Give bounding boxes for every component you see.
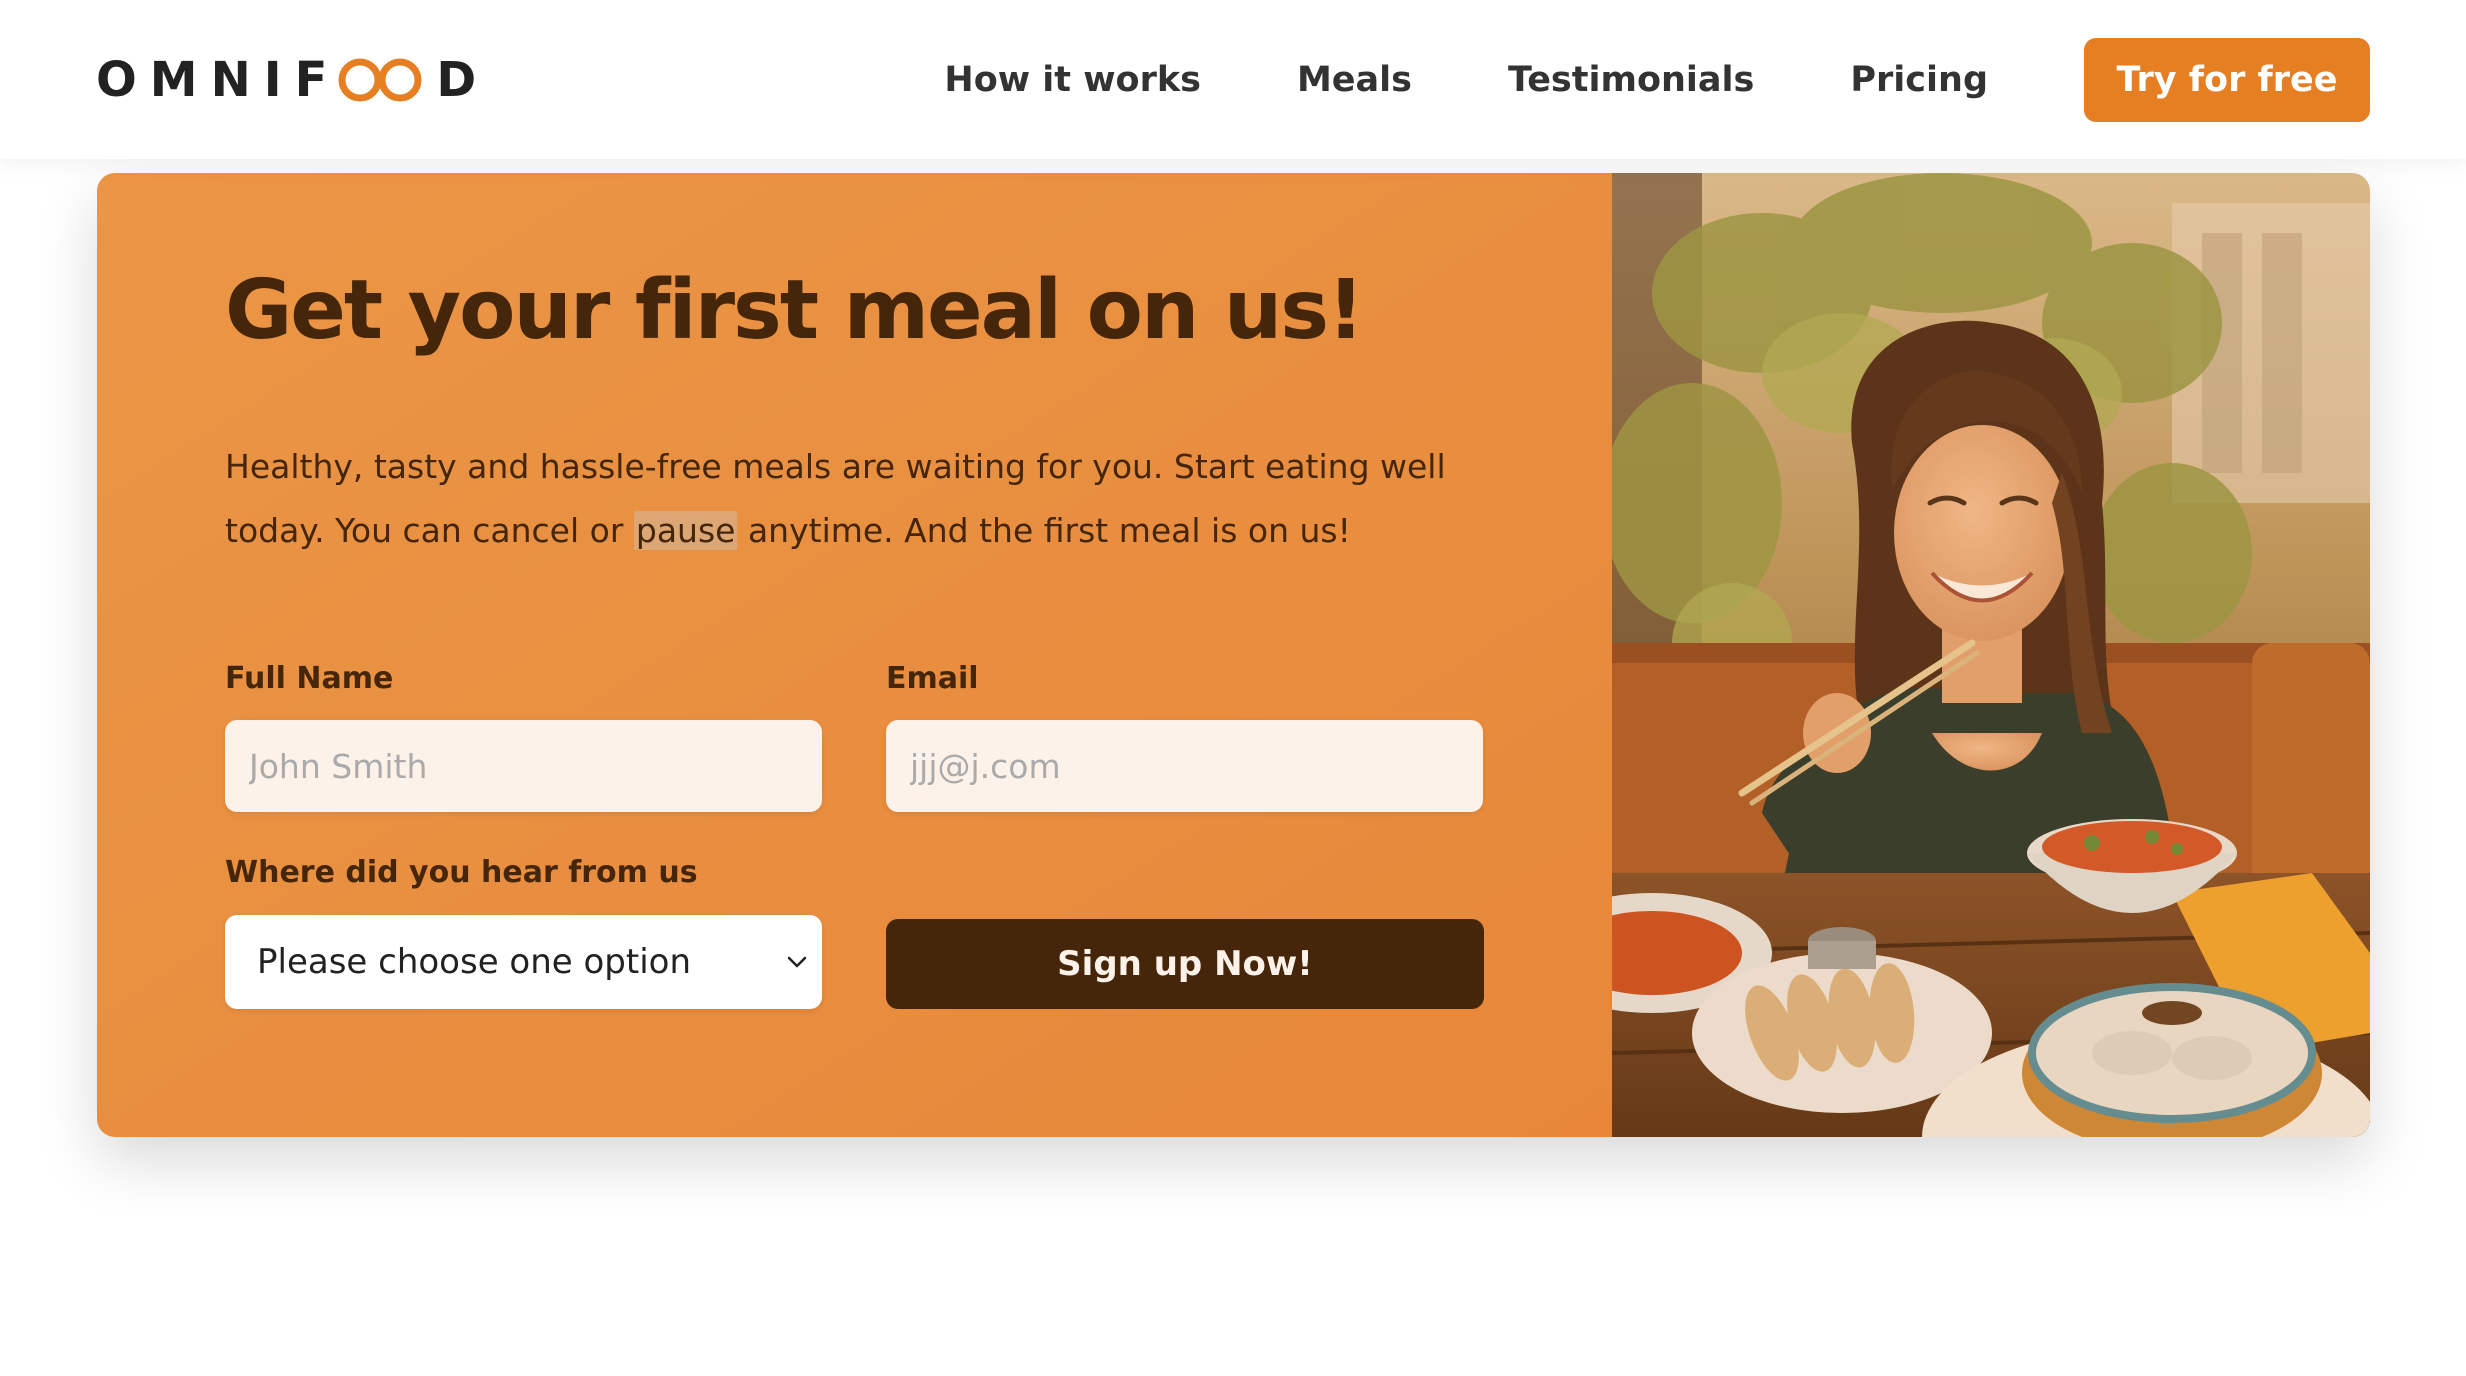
full-name-input[interactable] — [225, 720, 822, 812]
nav-link-pricing[interactable]: Pricing — [1850, 60, 1988, 100]
nav-link-testimonials[interactable]: Testimonials — [1508, 60, 1754, 100]
email-input[interactable] — [886, 720, 1483, 812]
logo-text-prefix: OMNIF — [96, 52, 341, 108]
chevron-down-icon — [787, 956, 807, 968]
cta-title: Get your first meal on us! — [225, 263, 1364, 358]
source-label: Where did you hear from us — [225, 855, 698, 890]
main-nav: How it works Meals Testimonials Pricing … — [944, 38, 2370, 122]
omnifood-logo[interactable]: OMNIF D — [96, 50, 489, 110]
sign-up-button[interactable]: Sign up Now! — [886, 919, 1484, 1009]
try-for-free-button[interactable]: Try for free — [2084, 38, 2370, 122]
cta-card: Get your first meal on us! Healthy, tast… — [97, 173, 2370, 1137]
logo-text-suffix: D — [436, 52, 490, 108]
site-header: OMNIF D How it works Meals Testimonials … — [0, 0, 2466, 159]
full-name-label: Full Name — [225, 661, 394, 696]
woman-eating-photo — [1612, 173, 2370, 1137]
infinity-icon — [338, 58, 422, 102]
photo-illustration — [1612, 173, 2370, 1137]
source-select-value: Please choose one option — [257, 942, 692, 982]
nav-link-how-it-works[interactable]: How it works — [944, 60, 1201, 100]
nav-link-meals[interactable]: Meals — [1297, 60, 1412, 100]
cta-text-panel: Get your first meal on us! Healthy, tast… — [97, 173, 1612, 1137]
cta-description: Healthy, tasty and hassle-free meals are… — [225, 435, 1525, 563]
highlighted-word: pause — [633, 511, 738, 550]
source-select[interactable]: Please choose one option — [225, 915, 822, 1009]
email-label: Email — [886, 661, 979, 696]
cta-description-end: anytime. And the first meal is on us! — [737, 511, 1351, 550]
